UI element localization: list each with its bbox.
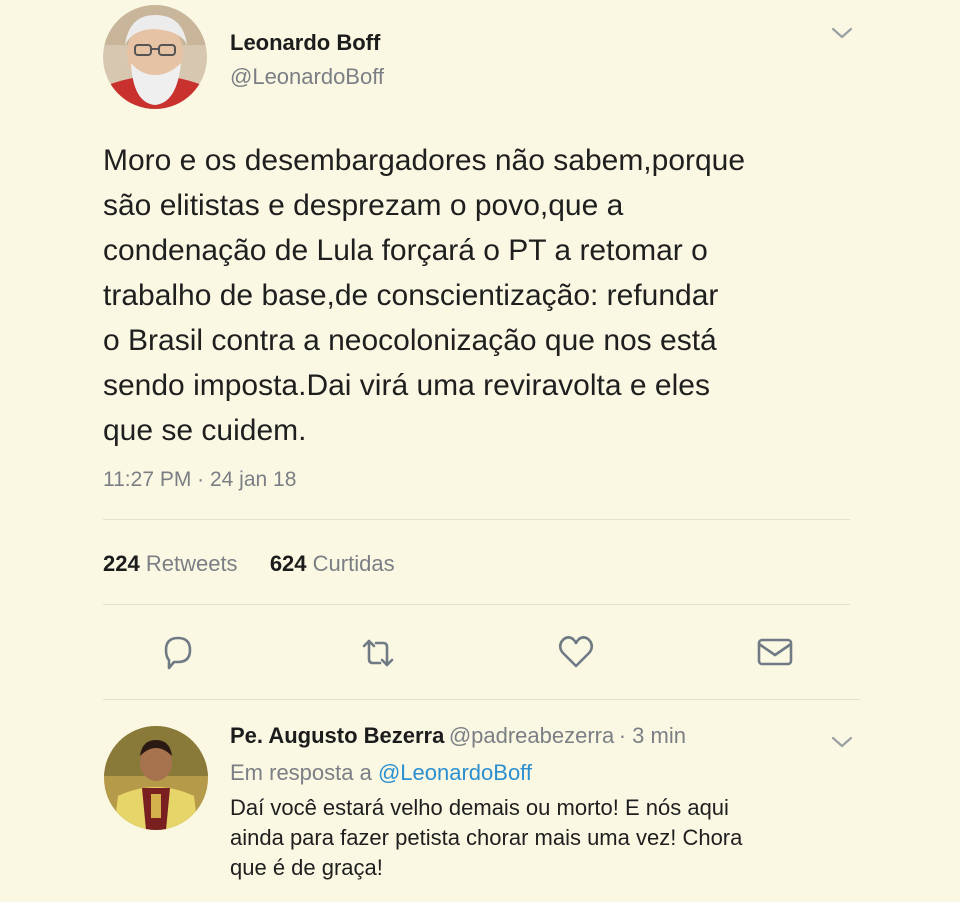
reply-author-avatar[interactable] [104, 726, 208, 830]
tweet-text-line: condenação de Lula forçará o PT a retoma… [103, 234, 708, 267]
likes-count: 624 [269, 551, 307, 576]
divider [103, 519, 850, 520]
reply-mention-link[interactable]: @LeonardoBoff [378, 760, 532, 785]
reply-time[interactable]: · 3 min [619, 723, 686, 748]
divider [103, 604, 850, 605]
tweet-text-line: o Brasil contra a neocolonização que nos… [103, 324, 717, 357]
tweet-text-line: sendo imposta.Dai virá uma reviravolta e… [103, 369, 710, 402]
chevron-down-icon[interactable] [831, 26, 853, 40]
reply-prefix: Em resposta a [230, 760, 372, 785]
tweet-timestamp[interactable]: 11:27 PM · 24 jan 18 [103, 468, 296, 492]
reply-author-name[interactable]: Pe. Augusto Bezerra [230, 723, 444, 748]
tweet-stats: 224 Retweets 624 Curtidas [103, 551, 395, 577]
divider [103, 699, 860, 700]
tweet-text-line: trabalho de base,de conscientização: ref… [103, 279, 719, 312]
retweets-count: 224 [103, 551, 140, 576]
retweets-label: Retweets [145, 551, 238, 576]
reply-text-line: ainda para fazer petista chorar mais uma… [230, 825, 743, 850]
reply-icon[interactable] [158, 632, 198, 672]
tweet-text-line: que se cuidem. [103, 414, 307, 447]
reply-text-line: que é de graça! [230, 855, 383, 880]
reply-author-handle[interactable]: @padreabezerra [449, 723, 614, 748]
like-icon[interactable] [556, 632, 596, 672]
reply-text: Daí você estará velho demais ou morto! E… [230, 793, 742, 883]
reply-header: Pe. Augusto Bezerra @padreabezerra · 3 m… [230, 723, 686, 749]
author-handle[interactable]: @LeonardoBoff [230, 64, 384, 90]
reply-text-line: Daí você estará velho demais ou morto! E… [230, 795, 729, 820]
tweet-text: Moro e os desembargadores não sabem,porq… [103, 138, 903, 453]
message-icon[interactable] [755, 632, 795, 672]
reply-context: Em resposta a @LeonardoBoff [230, 760, 532, 786]
tweet-text-line: são elitistas e desprezam o povo,que a [103, 189, 624, 222]
likes-label: Curtidas [312, 551, 395, 576]
author-name[interactable]: Leonardo Boff [230, 30, 380, 56]
retweet-icon[interactable] [358, 633, 398, 673]
chevron-down-icon[interactable] [831, 735, 853, 749]
likes-stat[interactable]: 624 Curtidas [270, 551, 395, 576]
tweet-text-line: Moro e os desembargadores não sabem,porq… [103, 144, 746, 177]
author-avatar[interactable] [103, 5, 207, 109]
retweets-stat[interactable]: 224 Retweets [103, 551, 238, 576]
